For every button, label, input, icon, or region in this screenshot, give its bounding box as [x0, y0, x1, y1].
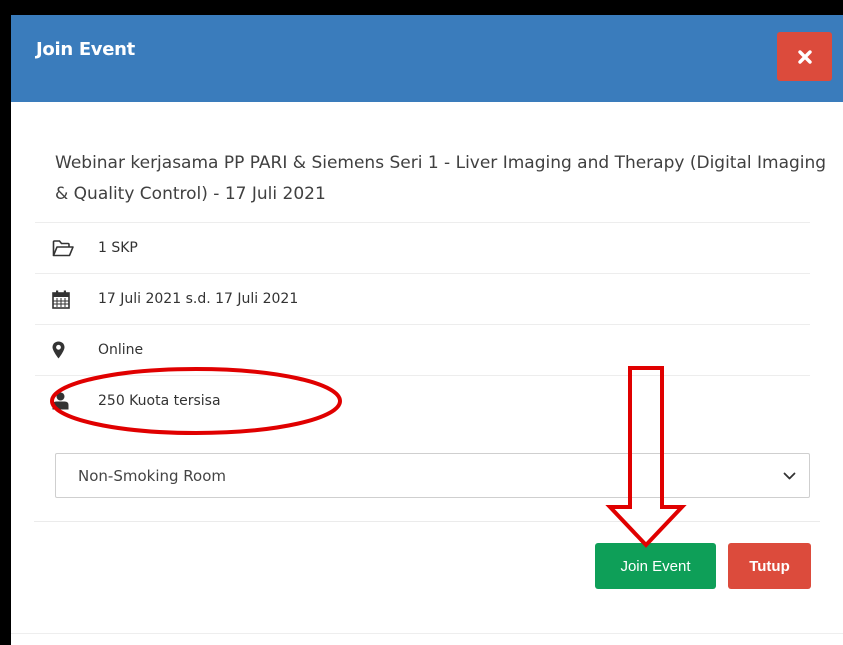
info-row-label: 17 Juli 2021 s.d. 17 Juli 2021 — [98, 291, 299, 307]
info-row-label: 1 SKP — [98, 240, 138, 256]
modal-bottom-divider — [11, 633, 843, 634]
calendar-icon — [52, 288, 88, 310]
close-icon — [797, 49, 812, 64]
info-row-skp: 1 SKP — [35, 222, 810, 273]
room-select[interactable]: Non-Smoking Room — [55, 453, 810, 498]
info-row-date: 17 Juli 2021 s.d. 17 Juli 2021 — [35, 273, 810, 324]
info-row-label: 250 Kuota tersisa — [98, 393, 221, 409]
folder-open-icon — [52, 237, 88, 259]
room-select-value: Non-Smoking Room — [78, 466, 226, 485]
join-event-button[interactable]: Join Event — [595, 543, 716, 589]
info-row-quota: 250 Kuota tersisa — [35, 375, 810, 426]
modal-header: Join Event — [11, 15, 843, 102]
join-event-modal: Join Event Webinar kerjasama PP PARI & S… — [11, 15, 843, 645]
modal-title: Join Event — [36, 39, 135, 60]
tutup-button[interactable]: Tutup — [728, 543, 811, 589]
footer-divider — [34, 521, 820, 522]
user-icon — [52, 390, 88, 412]
map-marker-icon — [52, 339, 88, 361]
chevron-down-icon — [783, 468, 796, 487]
close-button[interactable] — [777, 32, 832, 81]
info-row-location: Online — [35, 324, 810, 375]
event-title: Webinar kerjasama PP PARI & Siemens Seri… — [55, 153, 827, 204]
info-row-label: Online — [98, 342, 144, 358]
